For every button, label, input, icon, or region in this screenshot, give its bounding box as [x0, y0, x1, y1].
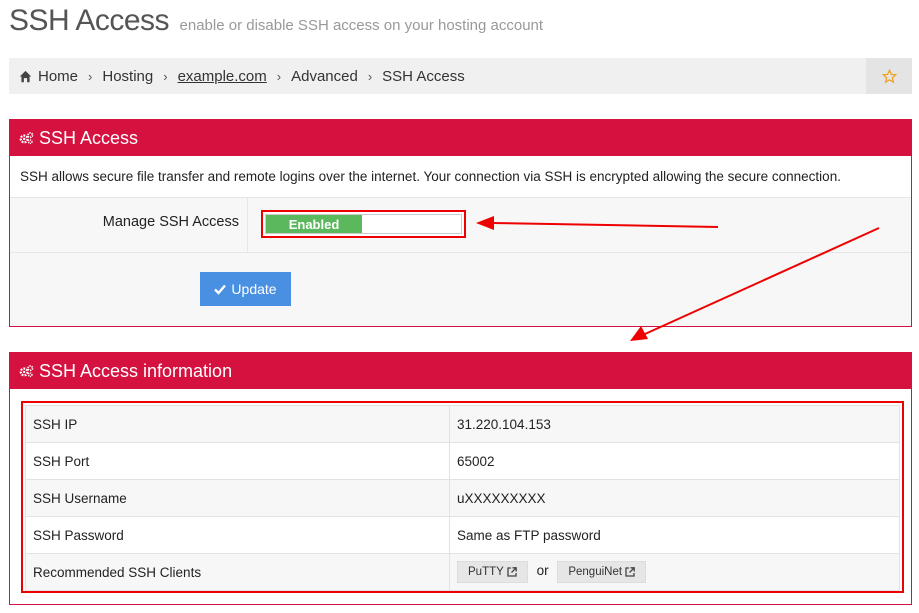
putty-link[interactable]: PuTTY	[457, 561, 528, 583]
home-icon	[19, 70, 32, 82]
breadcrumb-domain[interactable]: example.com	[178, 68, 267, 85]
row-value: Same as FTP password	[449, 516, 900, 554]
row-value: PuTTY or PenguiNet	[449, 553, 900, 591]
form-actions: Update	[10, 253, 911, 326]
table-row: SSH Port 65002	[25, 442, 900, 480]
gears-icon	[19, 365, 34, 378]
table-row: SSH IP 31.220.104.153	[25, 405, 900, 443]
table-row: Recommended SSH Clients PuTTY or PenguiN…	[25, 553, 900, 591]
panel-title: SSH Access	[39, 127, 139, 148]
putty-label: PuTTY	[468, 566, 504, 578]
penguinet-link[interactable]: PenguiNet	[557, 561, 647, 583]
toggle-off-area	[362, 215, 461, 233]
penguinet-label: PenguiNet	[568, 566, 623, 578]
ssh-info-table: SSH IP 31.220.104.153 SSH Port 65002 SSH…	[25, 405, 900, 591]
breadcrumb: Home › Hosting › example.com › Advanced …	[9, 58, 912, 94]
arrowhead-icon	[630, 326, 648, 341]
update-button[interactable]: Update	[200, 272, 291, 306]
info-highlight: SSH IP 31.220.104.153 SSH Port 65002 SSH…	[21, 401, 904, 593]
star-outline-icon	[881, 68, 897, 83]
update-label: Update	[231, 281, 277, 297]
chevron-right-icon: ›	[88, 68, 93, 84]
ssh-info-panel: SSH Access information SSH IP 31.220.104…	[9, 352, 912, 605]
panel-title: SSH Access information	[39, 360, 233, 381]
manage-ssh-label: Manage SSH Access	[10, 198, 248, 252]
breadcrumb-advanced[interactable]: Advanced	[291, 68, 358, 85]
page-subtitle: enable or disable SSH access on your hos…	[179, 17, 544, 34]
row-key: SSH Username	[25, 479, 450, 517]
breadcrumb-hosting[interactable]: Hosting	[102, 68, 153, 85]
external-link-icon	[507, 567, 517, 577]
toggle-highlight: Enabled	[261, 210, 466, 238]
ssh-description: SSH allows secure file transfer and remo…	[20, 169, 841, 184]
chevron-right-icon: ›	[276, 68, 282, 84]
breadcrumb-current: SSH Access	[382, 67, 465, 85]
page-title: SSH Access	[9, 4, 170, 37]
favorite-button[interactable]	[866, 58, 912, 94]
breadcrumb-home[interactable]: Home	[38, 68, 78, 85]
panel-heading: SSH Access	[10, 120, 911, 156]
ssh-access-panel: SSH Access SSH allows secure file transf…	[9, 119, 912, 327]
row-key: Recommended SSH Clients	[25, 553, 450, 591]
ssh-toggle[interactable]: Enabled	[265, 214, 462, 234]
panel-heading: SSH Access information	[10, 353, 911, 389]
chevron-right-icon: ›	[163, 68, 168, 84]
or-text: or	[536, 563, 549, 578]
row-key: SSH Port	[25, 442, 450, 480]
chevron-right-icon: ›	[367, 68, 373, 84]
toggle-enabled-label: Enabled	[266, 215, 362, 233]
check-icon	[214, 284, 227, 295]
table-row: SSH Username uXXXXXXXXX	[25, 479, 900, 517]
table-row: SSH Password Same as FTP password	[25, 516, 900, 554]
row-key: SSH Password	[25, 516, 450, 554]
gears-icon	[19, 132, 34, 145]
row-value: uXXXXXXXXX	[449, 479, 900, 517]
manage-ssh-row: Manage SSH Access Enabled	[10, 197, 911, 253]
row-value: 65002	[449, 442, 900, 480]
row-value: 31.220.104.153	[449, 405, 900, 443]
row-key: SSH IP	[25, 405, 450, 443]
page-header: SSH Access enable or disable SSH access …	[9, 4, 543, 38]
external-link-icon	[625, 567, 635, 577]
